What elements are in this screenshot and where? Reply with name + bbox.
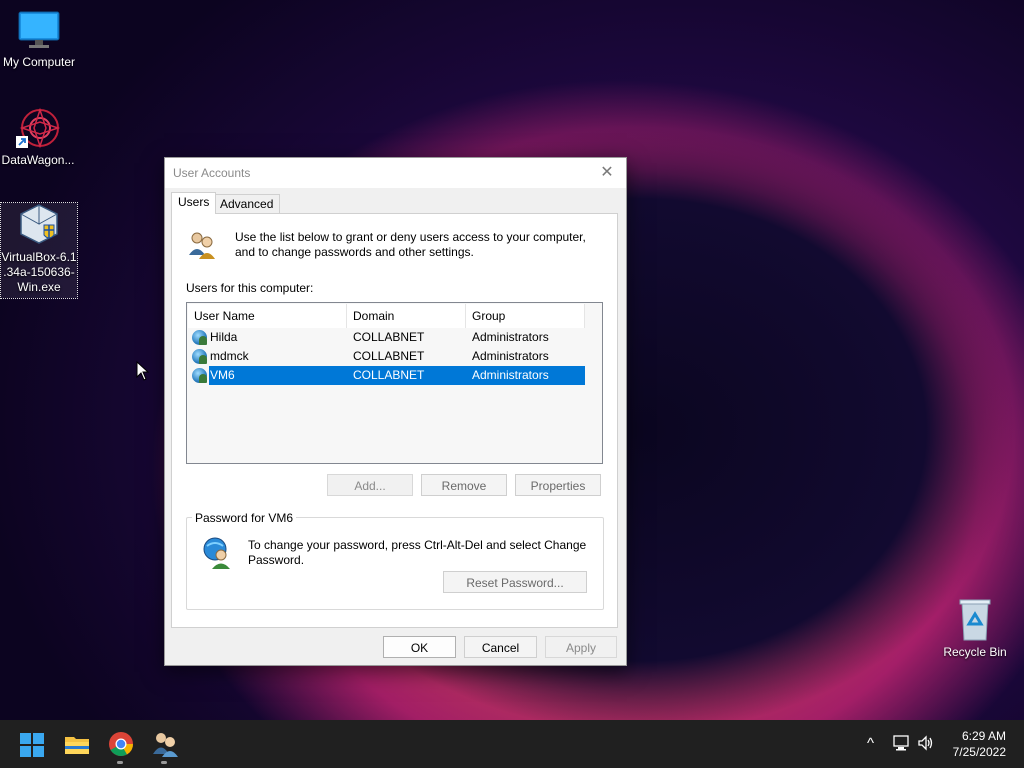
clock-date: 7/25/2022 bbox=[952, 745, 1006, 759]
chevron-up-icon[interactable]: ^ bbox=[867, 735, 874, 752]
domain-cell: COLLABNET bbox=[353, 349, 425, 363]
info-text: Use the list below to grant or deny user… bbox=[235, 230, 586, 259]
start-icon[interactable] bbox=[19, 732, 45, 758]
mouse-cursor-icon bbox=[136, 360, 150, 384]
users-list-label: Users for this computer: bbox=[186, 281, 314, 295]
user-name-cell: VM6 bbox=[210, 368, 235, 382]
group-cell: Administrators bbox=[472, 349, 549, 363]
user-name-cell: mdmck bbox=[210, 349, 249, 363]
ok-button[interactable]: OK bbox=[383, 636, 456, 658]
dialog-titlebar[interactable]: User Accounts ✕ bbox=[165, 158, 626, 188]
user-icon bbox=[192, 349, 207, 364]
password-instructions: To change your password, press Ctrl-Alt-… bbox=[248, 538, 587, 567]
monitor-icon bbox=[17, 8, 61, 52]
add-user-button[interactable]: Add... bbox=[327, 474, 413, 496]
close-icon[interactable]: ✕ bbox=[596, 162, 618, 184]
user-accounts-icon[interactable] bbox=[151, 730, 179, 764]
table-row[interactable]: Hilda COLLABNET Administrators bbox=[188, 328, 585, 347]
desktop-icon-label: Recycle Bin bbox=[943, 645, 1007, 659]
apply-button[interactable]: Apply bbox=[545, 636, 617, 658]
user-icon bbox=[192, 368, 207, 383]
remove-button[interactable]: Remove bbox=[421, 474, 507, 496]
chrome-icon[interactable] bbox=[107, 730, 135, 764]
desktop-icon-label-line: VirtualBox-6.1 bbox=[1, 250, 77, 264]
users-group-icon bbox=[186, 229, 218, 264]
running-indicator bbox=[161, 761, 167, 764]
password-group-label: Password for VM6 bbox=[192, 511, 297, 525]
column-header-user-name[interactable]: User Name bbox=[188, 304, 347, 328]
user-name-cell: Hilda bbox=[210, 330, 238, 344]
reset-password-button[interactable]: Reset Password... bbox=[443, 571, 587, 593]
cancel-button[interactable]: Cancel bbox=[464, 636, 537, 658]
domain-cell: COLLABNET bbox=[353, 330, 425, 344]
user-icon bbox=[192, 330, 207, 345]
users-list-header: User Name Domain Group bbox=[188, 304, 585, 328]
running-indicator bbox=[117, 761, 123, 764]
datawagon-icon bbox=[16, 106, 61, 150]
group-cell: Administrators bbox=[472, 368, 549, 382]
desktop-icon-my-computer[interactable]: My Computer bbox=[1, 8, 77, 70]
desktop-icon-label: My Computer bbox=[2, 55, 76, 69]
column-header-group[interactable]: Group bbox=[466, 304, 585, 328]
desktop-icon-label-line: .34a-150636- bbox=[3, 265, 75, 279]
virtualbox-icon bbox=[17, 203, 61, 247]
recycle-bin-icon bbox=[953, 598, 997, 642]
clock-time: 6:29 AM bbox=[961, 729, 1006, 743]
table-row[interactable]: mdmck COLLABNET Administrators bbox=[188, 347, 585, 366]
taskbar: ^ 6:29 AM 7/25/2022 bbox=[0, 720, 1024, 768]
desktop-icon-recycle-bin[interactable]: Recycle Bin bbox=[937, 598, 1013, 660]
column-header-domain[interactable]: Domain bbox=[347, 304, 466, 328]
users-list[interactable]: User Name Domain Group Hilda COLLABNET A… bbox=[186, 302, 603, 464]
tab-advanced[interactable]: Advanced bbox=[213, 194, 281, 214]
group-cell: Administrators bbox=[472, 330, 549, 344]
desktop-icon-label: DataWagon... bbox=[1, 153, 75, 167]
file-explorer-icon[interactable] bbox=[63, 730, 91, 758]
desktop-icon-datawagon[interactable]: DataWagon... bbox=[0, 106, 76, 168]
table-row-selected[interactable]: VM6 COLLABNET Administrators bbox=[188, 366, 585, 385]
volume-icon[interactable] bbox=[917, 734, 935, 756]
taskbar-clock[interactable]: 6:29 AM 7/25/2022 bbox=[953, 728, 1006, 760]
network-icon[interactable] bbox=[892, 734, 910, 756]
tab-users[interactable]: Users bbox=[171, 192, 217, 214]
properties-button[interactable]: Properties bbox=[515, 474, 601, 496]
user-key-icon bbox=[201, 536, 235, 573]
domain-cell: COLLABNET bbox=[353, 368, 425, 382]
desktop-icon-virtualbox-installer[interactable]: VirtualBox-6.1 .34a-150636- Win.exe bbox=[0, 202, 78, 299]
desktop-icon-label-line: Win.exe bbox=[17, 280, 61, 294]
dialog-title: User Accounts bbox=[173, 166, 251, 180]
